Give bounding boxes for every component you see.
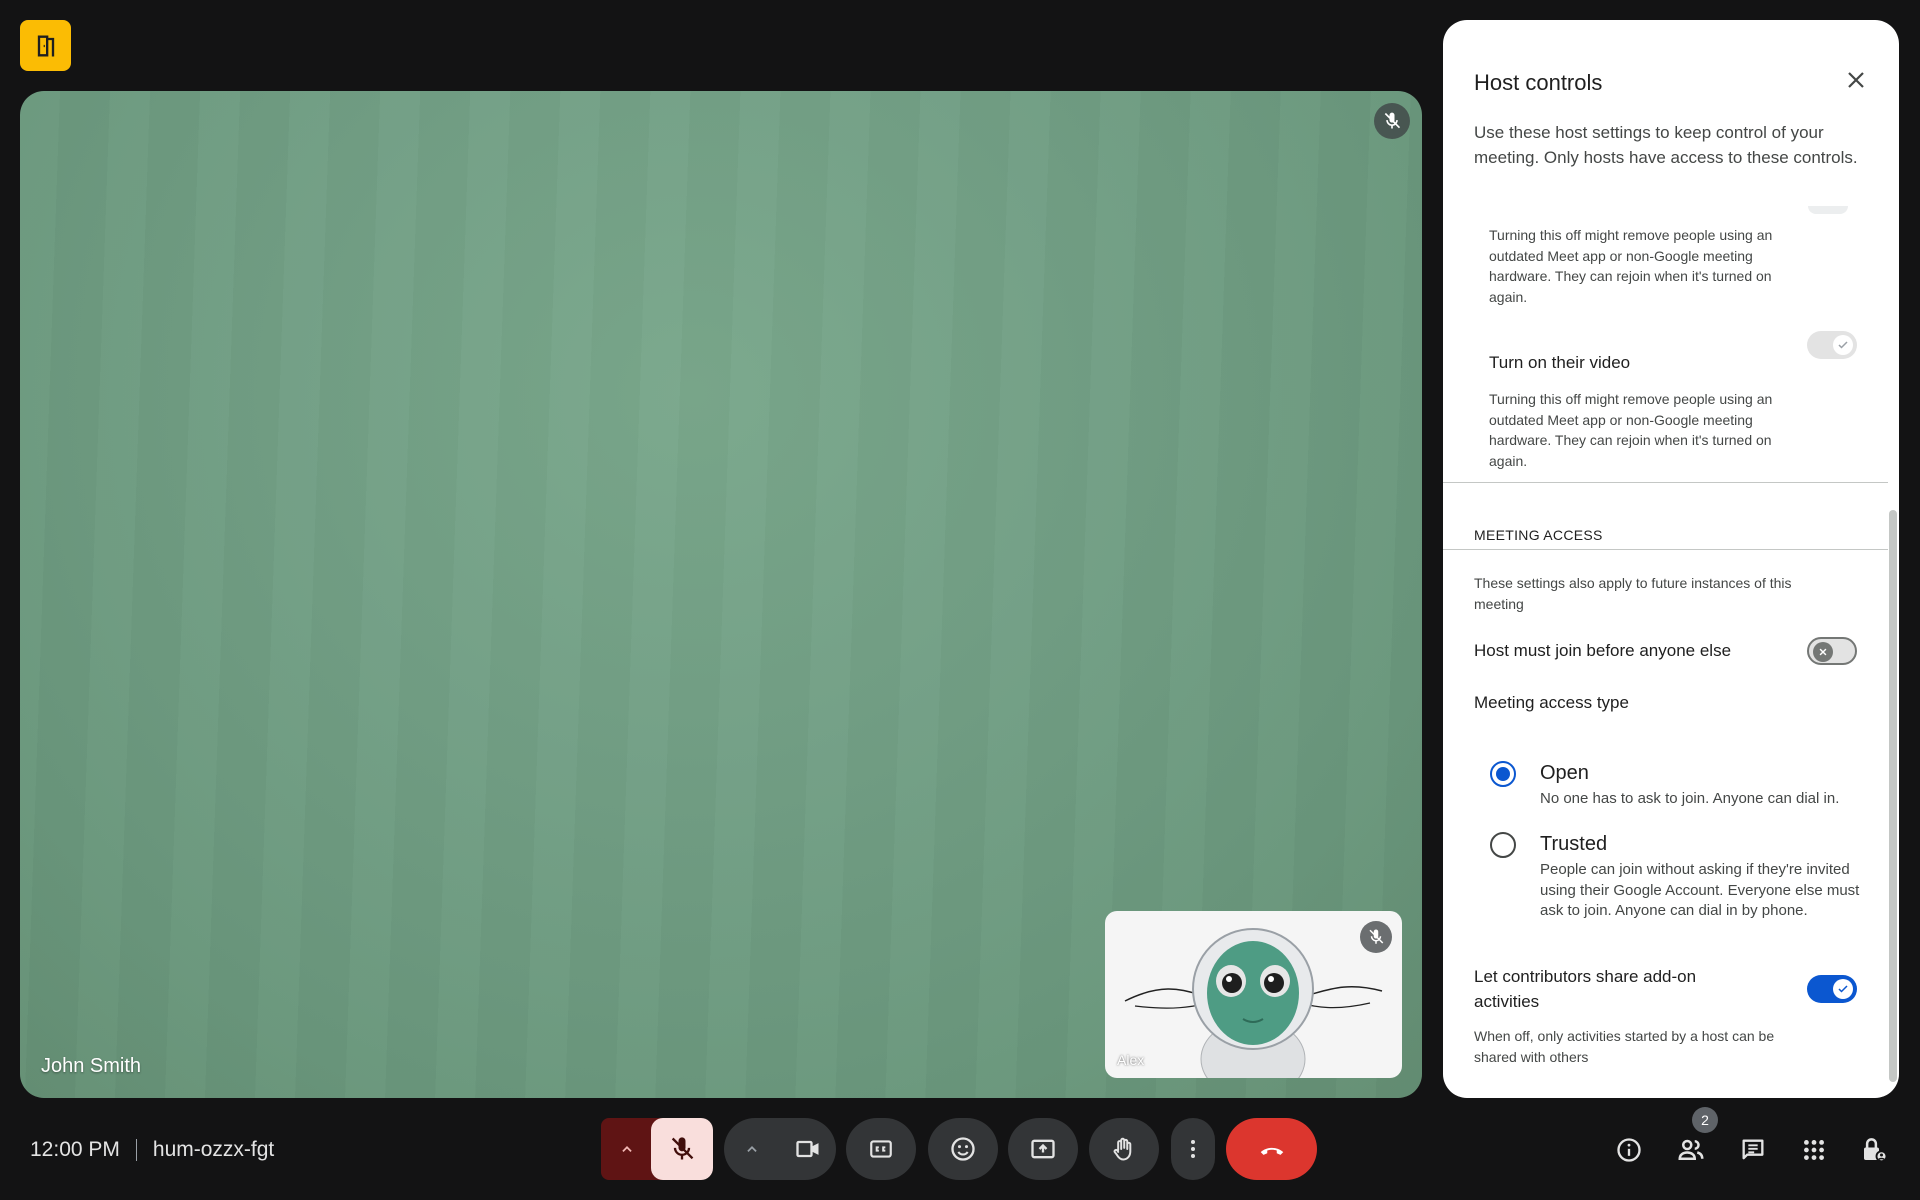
chevron-up-icon	[622, 1146, 632, 1152]
call-controls-bar: 12:00 PM hum-ozzx-fgt	[0, 1110, 1920, 1200]
raise-hand-icon	[1113, 1137, 1132, 1161]
meeting-access-header: MEETING ACCESS	[1474, 527, 1603, 543]
captions-button[interactable]	[846, 1118, 916, 1180]
host-first-label: Host must join before anyone else	[1474, 641, 1732, 660]
self-view-name: Alex	[1117, 1052, 1145, 1068]
close-button[interactable]	[1836, 60, 1876, 100]
people-count-badge: 2	[1692, 1107, 1718, 1133]
microphone-controls	[601, 1118, 713, 1180]
mic-off-icon	[1360, 921, 1392, 953]
reactions-button[interactable]	[928, 1118, 998, 1180]
video-options-button[interactable]	[724, 1118, 780, 1180]
avatar	[1124, 928, 1383, 1078]
host-lock-icon	[1864, 1138, 1888, 1163]
check-icon	[1838, 985, 1848, 993]
activities-button[interactable]	[1792, 1128, 1836, 1172]
more-options-button[interactable]	[1171, 1118, 1215, 1180]
apps-icon	[1804, 1140, 1824, 1160]
door-icon[interactable]	[20, 20, 71, 71]
access-note: These settings also apply to future inst…	[1474, 575, 1792, 612]
panel-title: Host controls	[1474, 70, 1603, 95]
host-first-toggle[interactable]	[1807, 637, 1857, 665]
mic-off-icon	[1374, 103, 1410, 139]
divider	[135, 1139, 137, 1161]
meeting-time: 12:00 PM	[30, 1138, 120, 1161]
divider	[1443, 482, 1888, 483]
emoji-icon	[951, 1137, 975, 1161]
divider	[1443, 549, 1888, 550]
self-view-tile[interactable]: Alex	[1105, 911, 1402, 1078]
mic-off-icon	[671, 1137, 694, 1160]
camera-button[interactable]	[780, 1118, 836, 1180]
addon-toggle[interactable]	[1807, 975, 1857, 1003]
people-button[interactable]	[1669, 1128, 1713, 1172]
audio-options-button[interactable]	[601, 1118, 653, 1180]
microphone-button[interactable]	[651, 1118, 713, 1180]
radio-trusted[interactable]	[1490, 832, 1516, 858]
close-icon	[1848, 72, 1864, 88]
radio-open-description: No one has to ask to join. Anyone can di…	[1540, 790, 1840, 807]
raise-hand-button[interactable]	[1089, 1118, 1159, 1180]
more-vert-icon	[1191, 1140, 1195, 1158]
call-end-icon	[1260, 1147, 1283, 1155]
leave-call-button[interactable]	[1226, 1118, 1317, 1180]
present-button[interactable]	[1008, 1118, 1078, 1180]
radio-open-label[interactable]: Open	[1540, 762, 1589, 785]
participant-name: John Smith	[41, 1055, 142, 1077]
panel-intro: Use these host settings to keep control …	[1474, 123, 1858, 167]
meeting-code: hum-ozzx-fgt	[152, 1138, 275, 1161]
host-controls-panel: Host controls Use these host settings to…	[1443, 20, 1899, 1098]
radio-open[interactable]	[1490, 761, 1516, 787]
chat-button[interactable]	[1731, 1128, 1775, 1172]
video-setting-label: Turn on their video	[1489, 353, 1631, 372]
video-toggle[interactable]	[1807, 331, 1857, 359]
camera-controls	[724, 1118, 836, 1180]
video-description: Turning this off might remove people usi…	[1489, 391, 1773, 469]
check-icon	[1838, 341, 1848, 349]
addon-label: Let contributors share add-on activities	[1474, 967, 1697, 1011]
addon-description: When off, only activities started by a h…	[1474, 1028, 1775, 1065]
radio-trusted-description: People can join without asking if they'r…	[1540, 861, 1860, 919]
access-type-label: Meeting access type	[1474, 693, 1629, 712]
close-icon	[1819, 648, 1827, 656]
present-to-all-icon	[1031, 1139, 1055, 1159]
host-controls-button[interactable]	[1852, 1128, 1896, 1172]
chevron-up-icon	[747, 1146, 757, 1152]
audio-description: Turning this off might remove people usi…	[1489, 227, 1773, 305]
info-icon	[1617, 1138, 1641, 1162]
radio-trusted-label[interactable]: Trusted	[1540, 833, 1607, 856]
closed-caption-icon	[870, 1140, 892, 1158]
meeting-details-button[interactable]	[1607, 1128, 1651, 1172]
people-icon	[1678, 1139, 1704, 1160]
meeting-details: 12:00 PM hum-ozzx-fgt	[30, 1138, 274, 1162]
audio-toggle[interactable]	[1808, 206, 1848, 214]
chat-icon	[1742, 1139, 1764, 1160]
videocam-icon	[796, 1140, 819, 1158]
panel-scrollbar[interactable]	[1889, 510, 1897, 1082]
